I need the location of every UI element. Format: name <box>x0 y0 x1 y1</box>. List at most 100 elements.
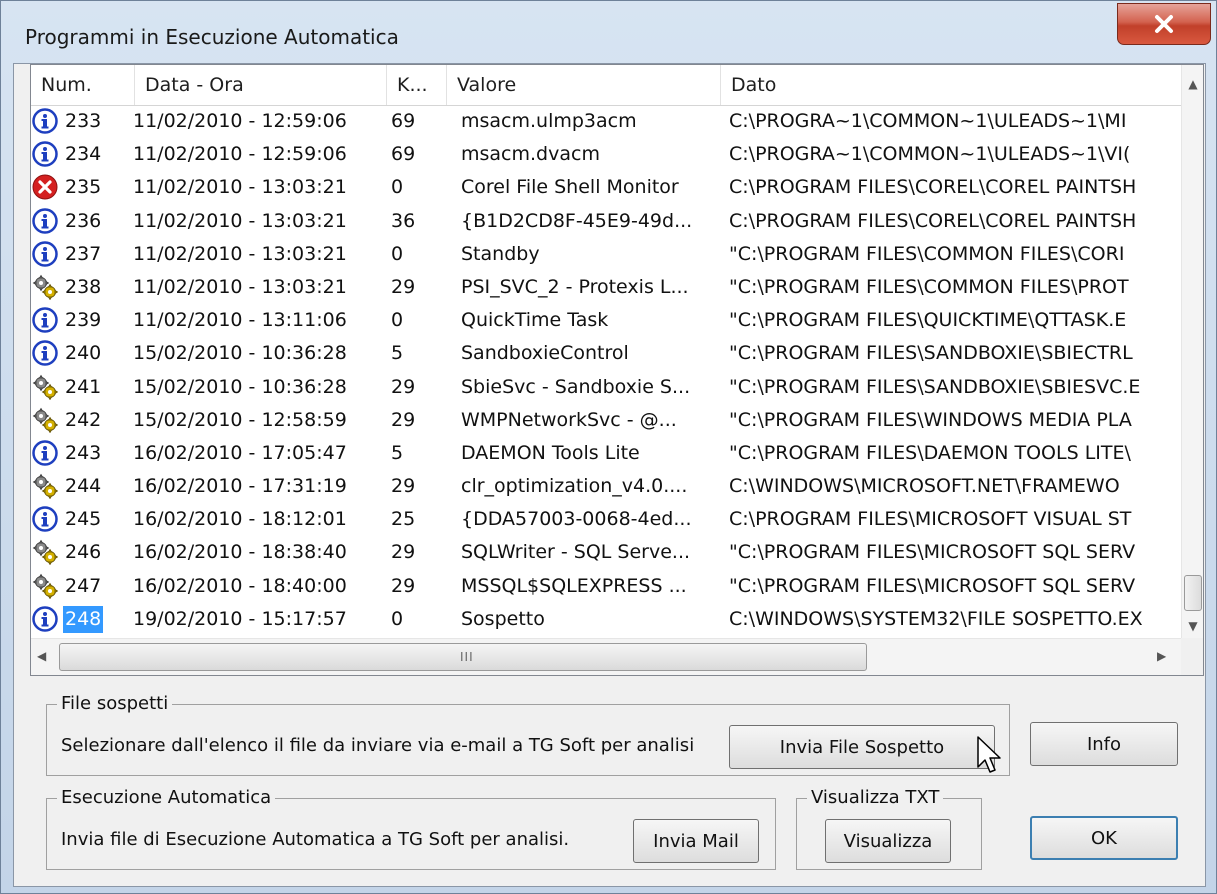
cell-dato: C:\PROGRAM FILES\COREL\COREL PAINTSH <box>729 176 1137 199</box>
view-button[interactable]: Visualizza <box>825 819 951 863</box>
cell-num: 245 <box>31 503 131 536</box>
table-row[interactable]: 234 11/02/2010 - 12:59:06 69 msacm.dvacm C:\… <box>31 138 1181 171</box>
cell-valore: SbieSvc - Sandboxie S... <box>461 375 691 398</box>
column-header-valore[interactable]: Valore <box>447 65 721 105</box>
column-header-k[interactable]: K... <box>387 65 447 105</box>
send-mail-button[interactable]: Invia Mail <box>633 819 759 863</box>
table-row[interactable]: 244 16/02/2010 - 17:31:19 29 clr_optimizati… <box>31 470 1181 503</box>
cell-k: 36 <box>391 209 416 232</box>
row-number: 236 <box>65 209 102 232</box>
suspicious-files-description: Selezionare dall'elenco il file da invia… <box>61 735 695 756</box>
column-header-dato[interactable]: Dato <box>721 65 1181 105</box>
column-header-num[interactable]: Num. <box>31 65 135 105</box>
dialog-window: Programmi in Esecuzione Automatica Num. … <box>0 0 1217 894</box>
info-icon <box>32 506 58 532</box>
table-row[interactable]: 236 11/02/2010 - 13:03:21 36 {B1D2CD8F-45E9… <box>31 205 1181 238</box>
cell-date: 11/02/2010 - 13:03:21 <box>133 242 347 265</box>
cell-k: 29 <box>391 275 416 298</box>
row-number: 238 <box>65 275 102 298</box>
cell-dato: "C:\PROGRAM FILES\QUICKTIME\QTTASK.E <box>729 309 1127 332</box>
row-number: 240 <box>65 342 102 365</box>
cell-num: 246 <box>31 536 131 569</box>
close-button[interactable] <box>1117 3 1211 45</box>
vertical-scroll-thumb[interactable] <box>1184 575 1202 611</box>
send-suspicious-file-button[interactable]: Invia File Sospetto <box>729 725 995 769</box>
cell-dato: "C:\PROGRAM FILES\SANDBOXIE\SBIESVC.E <box>729 375 1141 398</box>
cell-date: 16/02/2010 - 18:38:40 <box>133 541 347 564</box>
service-icon <box>32 374 59 400</box>
scroll-left-arrow-icon[interactable]: ◀ <box>37 649 46 663</box>
cell-dato: "C:\PROGRAM FILES\MICROSOFT SQL SERV <box>729 574 1136 597</box>
cell-date: 11/02/2010 - 13:03:21 <box>133 209 347 232</box>
cell-date: 11/02/2010 - 13:03:21 <box>133 275 347 298</box>
cell-k: 0 <box>391 176 404 199</box>
autorun-description: Invia file di Esecuzione Automatica a TG… <box>61 829 570 850</box>
ok-button[interactable]: OK <box>1030 816 1178 860</box>
scroll-up-arrow-icon[interactable]: ▲ <box>1182 65 1203 103</box>
cell-dato: "C:\PROGRAM FILES\SANDBOXIE\SBIECTRL <box>729 342 1133 365</box>
row-number: 245 <box>65 508 102 531</box>
view-txt-group: Visualizza TXT Visualizza <box>796 787 982 870</box>
cell-dato: "C:\PROGRAM FILES\WINDOWS MEDIA PLA <box>729 408 1132 431</box>
table-row[interactable]: 233 11/02/2010 - 12:59:06 69 msacm.ulmp3acm… <box>31 105 1181 138</box>
cell-valore: DAEMON Tools Lite <box>461 441 640 464</box>
cell-k: 29 <box>391 541 416 564</box>
cell-dato: "C:\PROGRAM FILES\COMMON FILES\CORI <box>729 242 1125 265</box>
table-row[interactable]: 237 11/02/2010 - 13:03:21 0 Standby "C:\PROG… <box>31 238 1181 271</box>
cell-dato: C:\PROGRA~1\COMMON~1\ULEADS~1\VI( <box>729 143 1131 166</box>
table-row[interactable]: 240 15/02/2010 - 10:36:28 5 SandboxieContro… <box>31 337 1181 370</box>
cell-k: 5 <box>391 342 404 365</box>
close-icon <box>1155 15 1173 33</box>
cell-date: 11/02/2010 - 13:11:06 <box>133 309 347 332</box>
table-row[interactable]: 243 16/02/2010 - 17:05:47 5 DAEMON Tools Li… <box>31 437 1181 470</box>
table-row[interactable]: 248 19/02/2010 - 15:17:57 0 Sospetto C:\WIND… <box>31 603 1181 636</box>
info-icon <box>32 241 58 267</box>
info-button[interactable]: Info <box>1030 722 1178 766</box>
cell-k: 0 <box>391 309 404 332</box>
list-rows: 233 11/02/2010 - 12:59:06 69 msacm.ulmp3acm… <box>31 105 1181 636</box>
column-header-date[interactable]: Data - Ora <box>135 65 387 105</box>
cell-dato: C:\WINDOWS\SYSTEM32\FILE SOSPETTO.EX <box>729 607 1143 630</box>
row-number: 234 <box>65 143 102 166</box>
cell-valore: PSI_SVC_2 - Protexis L... <box>461 275 689 298</box>
cell-num: 233 <box>31 105 131 138</box>
cell-date: 16/02/2010 - 17:31:19 <box>133 475 347 498</box>
table-row[interactable]: 235 11/02/2010 - 13:03:21 0 Corel File Shel… <box>31 171 1181 204</box>
suspicious-files-label: File sospetti <box>57 693 173 714</box>
window-title: Programmi in Esecuzione Automatica <box>25 25 399 49</box>
table-row[interactable]: 238 11/02/2010 - 13:03:21 29 PSI_SVC_2 - Pr… <box>31 271 1181 304</box>
cell-date: 15/02/2010 - 10:36:28 <box>133 375 347 398</box>
table-row[interactable]: 247 16/02/2010 - 18:40:00 29 MSSQL$SQLEXPRE… <box>31 570 1181 603</box>
table-row[interactable]: 245 16/02/2010 - 18:12:01 25 {DDA57003-0068… <box>31 503 1181 536</box>
cell-dato: C:\PROGRAM FILES\COREL\COREL PAINTSH <box>729 209 1137 232</box>
cell-num: 248 <box>31 603 131 636</box>
table-row[interactable]: 246 16/02/2010 - 18:38:40 29 SQLWriter - SQ… <box>31 536 1181 569</box>
cell-num: 237 <box>31 238 131 271</box>
cell-num: 242 <box>31 404 131 437</box>
table-row[interactable]: 242 15/02/2010 - 12:58:59 29 WMPNetworkSvc … <box>31 404 1181 437</box>
scroll-right-arrow-icon[interactable]: ▶ <box>1157 649 1166 663</box>
table-row[interactable]: 241 15/02/2010 - 10:36:28 29 SbieSvc - Sand… <box>31 371 1181 404</box>
horizontal-scroll-thumb[interactable]: III <box>59 643 867 671</box>
cell-date: 19/02/2010 - 15:17:57 <box>133 607 347 630</box>
cell-k: 29 <box>391 475 416 498</box>
cell-k: 29 <box>391 375 416 398</box>
info-icon <box>32 108 58 134</box>
scroll-down-arrow-icon[interactable]: ▼ <box>1182 613 1203 638</box>
info-icon <box>32 340 58 367</box>
service-icon <box>32 573 59 599</box>
autorun-list[interactable]: Num. Data - Ora K... Valore Dato 233 11/0… <box>30 64 1204 676</box>
service-icon <box>32 274 59 301</box>
cell-num: 234 <box>31 138 131 171</box>
info-icon <box>32 606 58 632</box>
scroll-grip-icon: III <box>460 650 474 664</box>
row-number: 244 <box>65 475 102 498</box>
cell-valore: MSSQL$SQLEXPRESS ... <box>461 574 687 597</box>
cell-valore: Corel File Shell Monitor <box>461 176 679 199</box>
cell-dato: "C:\PROGRAM FILES\COMMON FILES\PROT <box>729 275 1129 298</box>
table-row[interactable]: 239 11/02/2010 - 13:11:06 0 QuickTime Task "… <box>31 304 1181 337</box>
horizontal-scrollbar[interactable]: ◀ III ▶ <box>31 638 1181 675</box>
cell-k: 69 <box>391 143 416 166</box>
vertical-scrollbar[interactable]: ▲ ▼ <box>1181 65 1203 638</box>
row-number: 235 <box>65 176 102 199</box>
